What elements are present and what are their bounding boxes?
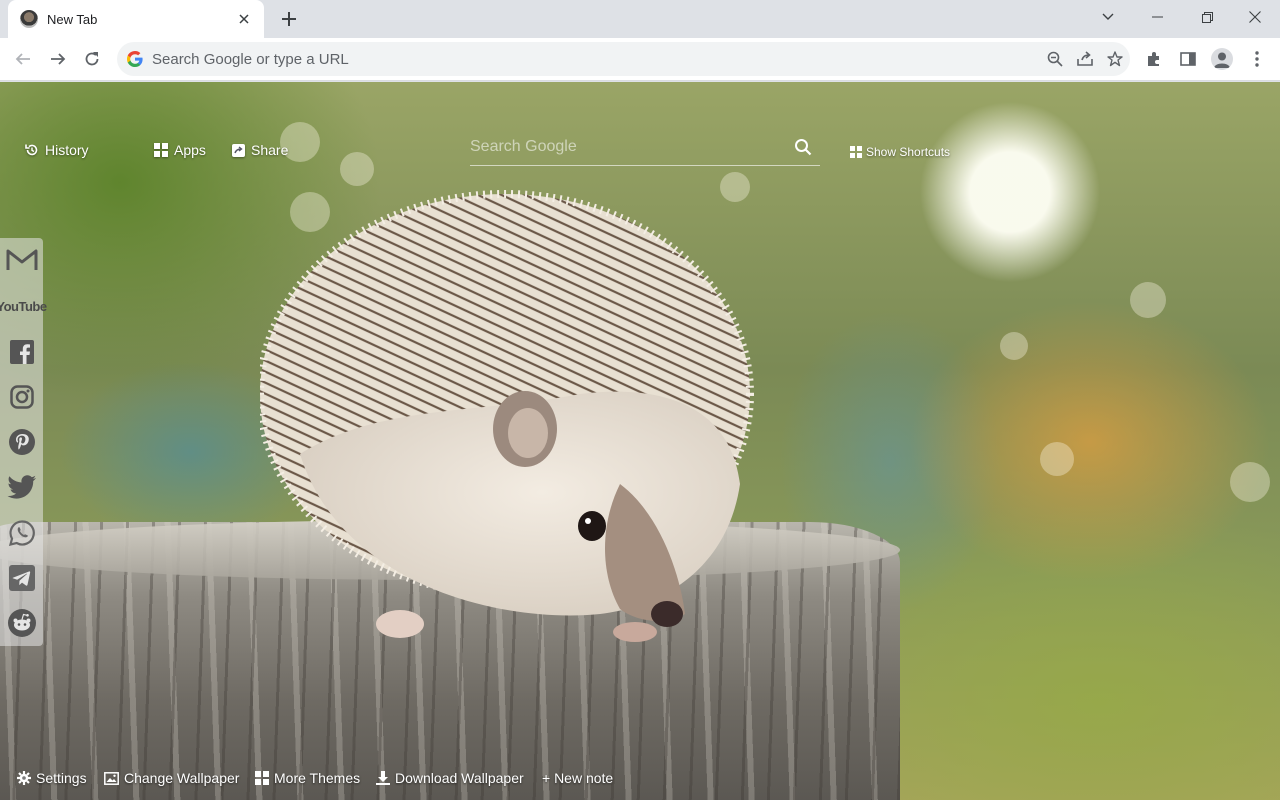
- new-note-button[interactable]: + New note: [542, 770, 613, 786]
- settings-label: Settings: [36, 770, 87, 786]
- download-icon: [376, 771, 390, 785]
- apps-label: Apps: [174, 142, 206, 158]
- more-themes-button[interactable]: More Themes: [255, 770, 360, 786]
- avatar: [1211, 48, 1233, 70]
- restore-icon[interactable]: [1184, 0, 1230, 34]
- omnibox[interactable]: [117, 42, 1130, 76]
- search-icon[interactable]: [794, 138, 812, 156]
- change-wallpaper-label: Change Wallpaper: [124, 770, 240, 786]
- youtube-icon[interactable]: YouTube: [0, 284, 47, 328]
- pinterest-icon[interactable]: [0, 420, 43, 464]
- image-icon: [104, 771, 119, 785]
- change-wallpaper-button[interactable]: Change Wallpaper: [104, 770, 239, 786]
- more-themes-label: More Themes: [274, 770, 361, 786]
- download-wallpaper-button[interactable]: Download Wallpaper: [376, 770, 524, 786]
- history-label: History: [45, 142, 89, 158]
- share-square-icon: [232, 143, 245, 157]
- grid-icon: [850, 146, 862, 158]
- gmail-icon[interactable]: [0, 238, 43, 282]
- menu-icon[interactable]: [1242, 44, 1272, 74]
- apps-icon: [154, 143, 168, 157]
- share-link[interactable]: Share: [232, 142, 288, 158]
- bokeh-light: [1230, 462, 1270, 502]
- social-sidebar: YouTube: [0, 238, 47, 646]
- address-input[interactable]: [152, 50, 1040, 68]
- show-shortcuts-button[interactable]: Show Shortcuts: [850, 145, 950, 159]
- close-icon[interactable]: [234, 9, 254, 29]
- bokeh-light: [1000, 332, 1028, 360]
- reload-icon[interactable]: [77, 44, 107, 74]
- telegram-icon[interactable]: [0, 556, 43, 600]
- gear-icon: [17, 771, 31, 785]
- new-tab-page: History Apps Share Show Shortcuts YouTub…: [0, 82, 1280, 800]
- bokeh-light: [1040, 442, 1074, 476]
- google-search-input[interactable]: [470, 131, 794, 162]
- tab-new-tab[interactable]: New Tab: [8, 0, 264, 38]
- hedgehog-favicon-icon: [20, 10, 38, 28]
- zoom-icon[interactable]: [1040, 44, 1070, 74]
- share-label: Share: [251, 142, 289, 158]
- facebook-icon[interactable]: [0, 330, 43, 374]
- profile-icon[interactable]: [1207, 44, 1237, 74]
- download-wallpaper-label: Download Wallpaper: [395, 770, 524, 786]
- hedgehog-image: [260, 190, 754, 642]
- tab-strip: New Tab: [0, 0, 1280, 38]
- back-icon[interactable]: [8, 44, 38, 74]
- new-note-label: + New note: [542, 770, 614, 786]
- new-tab-button[interactable]: [277, 7, 301, 31]
- browser-toolbar: [0, 38, 1280, 81]
- settings-button[interactable]: Settings: [17, 770, 87, 786]
- whatsapp-icon[interactable]: [0, 511, 43, 555]
- star-icon[interactable]: [1100, 44, 1130, 74]
- side-panel-icon[interactable]: [1173, 44, 1203, 74]
- tab-search-icon[interactable]: [1085, 0, 1131, 34]
- google-search-box[interactable]: [470, 128, 820, 166]
- extensions-icon[interactable]: [1139, 44, 1169, 74]
- minimize-icon[interactable]: [1134, 0, 1180, 34]
- share-icon[interactable]: [1070, 44, 1100, 74]
- tab-title: New Tab: [47, 11, 98, 27]
- instagram-icon[interactable]: [0, 375, 43, 419]
- youtube-wordmark: YouTube: [0, 298, 47, 314]
- close-window-icon[interactable]: [1232, 0, 1278, 34]
- bottom-bar: Settings Change Wallpaper More Themes Do…: [0, 770, 1280, 794]
- history-link[interactable]: History: [25, 142, 89, 158]
- reddit-icon[interactable]: [0, 601, 43, 645]
- twitter-icon[interactable]: [0, 466, 43, 510]
- history-icon: [25, 144, 38, 156]
- show-shortcuts-label: Show Shortcuts: [866, 145, 951, 159]
- apps-link[interactable]: Apps: [154, 142, 206, 158]
- bokeh-light: [1130, 282, 1166, 318]
- grid-icon: [255, 771, 269, 785]
- forward-icon[interactable]: [43, 44, 73, 74]
- google-icon: [127, 51, 143, 67]
